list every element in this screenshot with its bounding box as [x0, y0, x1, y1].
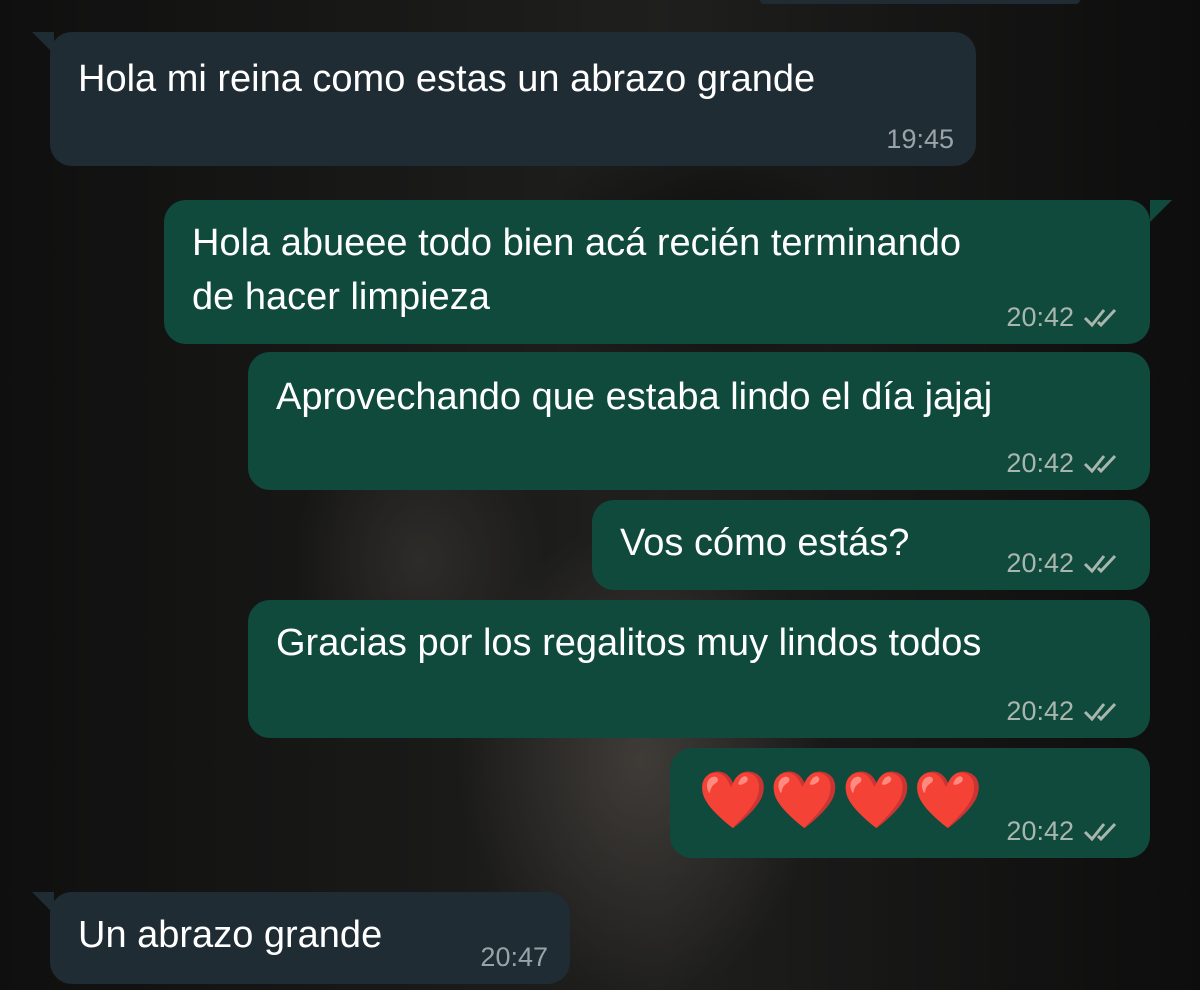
double-check-icon [1083, 554, 1117, 574]
message-meta: 20:42 [1006, 302, 1120, 332]
message-bubble-incoming[interactable]: Hola mi reina como estas un abrazo grand… [50, 32, 976, 166]
message-meta: 20:42 [1006, 696, 1120, 726]
message-time: 20:42 [1006, 448, 1074, 478]
message-bubble-outgoing[interactable]: Vos cómo estás? 20:42 [592, 500, 1150, 590]
heart-emoji-message: ❤️❤️❤️❤️ [698, 768, 985, 831]
message-bubble-incoming[interactable]: Un abrazo grande 20:47 [50, 892, 570, 984]
previous-message-edge [760, 0, 1080, 4]
message-text: Un abrazo grande [78, 914, 383, 956]
double-check-icon [1083, 822, 1117, 842]
message-time: 20:42 [1006, 816, 1074, 846]
message-meta: 20:42 [1006, 548, 1120, 578]
bubble-tail [32, 32, 54, 54]
message-bubble-outgoing[interactable]: Aprovechando que estaba lindo el día jaj… [248, 352, 1150, 490]
message-text: Hola mi reina como estas un abrazo grand… [78, 58, 816, 100]
bubble-tail [1150, 200, 1172, 222]
double-check-icon [1083, 454, 1117, 474]
message-time: 20:42 [1006, 548, 1074, 578]
message-time: 20:42 [1006, 696, 1074, 726]
message-time: 20:47 [480, 942, 548, 972]
bubble-tail [32, 892, 54, 914]
message-time: 20:42 [1006, 302, 1074, 332]
message-meta: 19:45 [886, 124, 954, 154]
message-meta: 20:42 [1006, 816, 1120, 846]
double-check-icon [1083, 702, 1117, 722]
double-check-icon [1083, 308, 1117, 328]
message-text: Gracias por los regalitos muy lindos tod… [276, 622, 982, 664]
message-bubble-outgoing[interactable]: ❤️❤️❤️❤️ 20:42 [670, 748, 1150, 858]
message-text: Aprovechando que estaba lindo el día jaj… [276, 376, 993, 418]
message-time: 19:45 [886, 124, 954, 154]
message-text: Hola abueee todo bien acá recién termina… [192, 222, 961, 318]
message-text: Vos cómo estás? [620, 522, 910, 564]
message-bubble-outgoing[interactable]: Gracias por los regalitos muy lindos tod… [248, 600, 1150, 738]
message-meta: 20:47 [480, 942, 548, 972]
message-bubble-outgoing[interactable]: Hola abueee todo bien acá recién termina… [164, 200, 1150, 344]
message-meta: 20:42 [1006, 448, 1120, 478]
